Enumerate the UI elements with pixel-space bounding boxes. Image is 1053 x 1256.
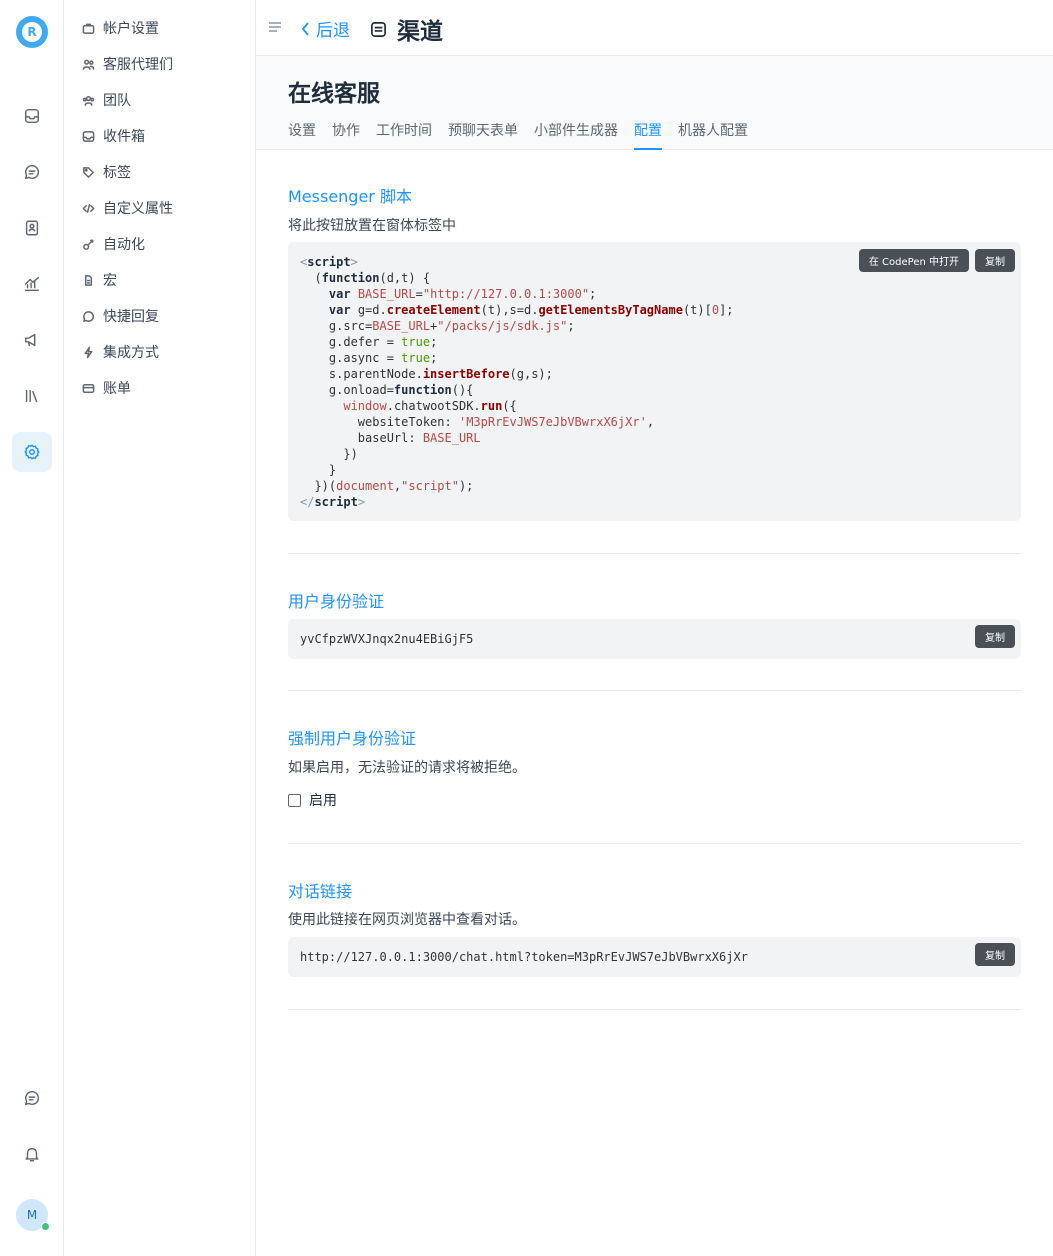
- script-code-text: <script> (function(d,t) { var BASE_URL="…: [300, 255, 734, 509]
- copy-script-button[interactable]: 复制: [975, 249, 1015, 272]
- sidebar-item-label: 自定义属性: [103, 201, 173, 217]
- sidebar-item-canned-responses[interactable]: 快捷回复: [82, 304, 159, 328]
- section-divider: [288, 1009, 1021, 1010]
- primary-rail: R M: [0, 0, 64, 1256]
- sidebar-item-teams[interactable]: 团队: [82, 88, 131, 112]
- sidebar-item-integrations[interactable]: 集成方式: [82, 340, 159, 364]
- tab-pre-chat-form[interactable]: 预聊天表单: [448, 120, 518, 150]
- tag-icon: [83, 166, 94, 178]
- billing-icon: [82, 383, 95, 393]
- sidebar-item-label: 客服代理们: [103, 57, 173, 73]
- integration-icon: [84, 346, 93, 358]
- inbox-name: 在线客服: [288, 81, 380, 107]
- sidebar-item-agents[interactable]: 客服代理们: [82, 52, 173, 76]
- back-label: 后退: [316, 21, 350, 41]
- sidebar-item-label: 标签: [103, 165, 131, 181]
- sidebar-item-label: 账单: [103, 381, 131, 397]
- library-icon[interactable]: [12, 376, 52, 416]
- inbox-icon[interactable]: [12, 96, 52, 136]
- tab-collaborators[interactable]: 协作: [332, 120, 360, 150]
- conversations-icon[interactable]: [12, 152, 52, 192]
- sidebar-item-label: 宏: [103, 273, 117, 289]
- sidebar-item-labels[interactable]: 标签: [82, 160, 131, 184]
- sidebar-item-billing[interactable]: 账单: [82, 376, 131, 400]
- sidebar-item-macros[interactable]: 宏: [82, 268, 117, 292]
- app-logo[interactable]: R: [16, 16, 48, 48]
- settings-icon[interactable]: [12, 432, 52, 472]
- tabs: 设置 协作 工作时间 预聊天表单 小部件生成器 配置 机器人配置: [288, 120, 764, 150]
- briefcase-icon: [82, 23, 95, 34]
- automation-icon: [83, 239, 94, 250]
- reply-icon: [83, 310, 94, 322]
- sidebar-item-label: 集成方式: [103, 345, 159, 361]
- sidebar-item-account-settings[interactable]: 帐户设置: [82, 16, 159, 40]
- page-title-group: 渠道: [370, 12, 443, 46]
- tab-business-hours[interactable]: 工作时间: [376, 120, 432, 150]
- people-icon: [82, 59, 95, 70]
- messenger-script-title: Messenger 脚本: [288, 187, 412, 206]
- enforce-verification-title: 强制用户身份验证: [288, 729, 417, 748]
- conversation-link-desc: 使用此链接在网页浏览器中查看对话。: [288, 912, 526, 928]
- copy-link-button[interactable]: 复制: [975, 943, 1015, 966]
- page-header: 后退 渠道: [256, 0, 1053, 56]
- page-title: 渠道: [397, 19, 443, 45]
- section-divider: [288, 843, 1021, 844]
- team-icon: [82, 95, 95, 106]
- reports-icon[interactable]: [12, 264, 52, 304]
- chevron-left-icon: [301, 21, 309, 36]
- back-button[interactable]: 后退: [300, 16, 350, 41]
- sidebar-item-automation[interactable]: 自动化: [82, 232, 145, 256]
- code-icon: [82, 203, 95, 213]
- tab-settings[interactable]: 设置: [288, 120, 316, 150]
- inbox-header: 在线客服 设置 协作 工作时间 预聊天表单 小部件生成器 配置 机器人配置: [256, 56, 1053, 150]
- sidebar-item-inboxes[interactable]: 收件箱: [82, 124, 145, 148]
- inbox-icon: [371, 21, 386, 37]
- chat-icon[interactable]: [12, 1078, 52, 1118]
- sidebar-item-label: 团队: [103, 93, 131, 109]
- logo-letter: R: [22, 22, 42, 42]
- messenger-script-desc: 将此按钮放置在窗体标签中: [288, 218, 456, 234]
- conversation-link-block: http://127.0.0.1:3000/chat.html?token=M3…: [288, 937, 1021, 977]
- campaigns-icon[interactable]: [12, 320, 52, 360]
- user-verification-title: 用户身份验证: [288, 592, 385, 611]
- avatar-letter: M: [26, 1208, 38, 1222]
- sidebar-item-label: 帐户设置: [103, 21, 159, 37]
- macro-icon: [84, 274, 93, 286]
- conversation-link-url: http://127.0.0.1:3000/chat.html?token=M3…: [300, 950, 748, 964]
- online-status-dot: [41, 1222, 50, 1231]
- inbox-icon: [82, 130, 95, 142]
- conversation-link-title: 对话链接: [288, 882, 353, 901]
- open-in-codepen-button[interactable]: 在 CodePen 中打开: [858, 249, 969, 272]
- avatar[interactable]: M: [16, 1199, 50, 1231]
- hmac-token-text: yvCfpzWVXJnqx2nu4EBiGjF5: [300, 632, 474, 646]
- enable-checkbox[interactable]: [288, 793, 301, 807]
- sidebar-item-label: 自动化: [103, 237, 145, 253]
- tab-configuration[interactable]: 配置: [634, 120, 662, 150]
- enforce-verification-desc: 如果启用，无法验证的请求将被拒绝。: [288, 760, 526, 776]
- tab-widget-builder[interactable]: 小部件生成器: [534, 120, 618, 150]
- settings-sidebar: 帐户设置 客服代理们 团队 收件箱 标签 自定义属性 自动化 宏 快捷回复 集成…: [64, 0, 256, 1256]
- contacts-icon[interactable]: [12, 208, 52, 248]
- section-divider: [288, 690, 1021, 691]
- enable-checkbox-label: 启用: [309, 793, 337, 809]
- section-divider: [288, 553, 1021, 554]
- enable-checkbox-row[interactable]: 启用: [288, 790, 337, 810]
- tab-bot-configuration[interactable]: 机器人配置: [678, 120, 748, 150]
- bell-icon[interactable]: [12, 1134, 52, 1174]
- sidebar-item-custom-attributes[interactable]: 自定义属性: [82, 196, 173, 220]
- hmac-token-block: yvCfpzWVXJnqx2nu4EBiGjF5 复制: [288, 619, 1021, 659]
- menu-toggle-icon[interactable]: [268, 20, 284, 36]
- copy-hmac-button[interactable]: 复制: [975, 625, 1015, 648]
- sidebar-item-label: 收件箱: [103, 129, 145, 145]
- sidebar-item-label: 快捷回复: [103, 309, 159, 325]
- messenger-script-code: 在 CodePen 中打开 复制 <script> (function(d,t)…: [288, 242, 1021, 521]
